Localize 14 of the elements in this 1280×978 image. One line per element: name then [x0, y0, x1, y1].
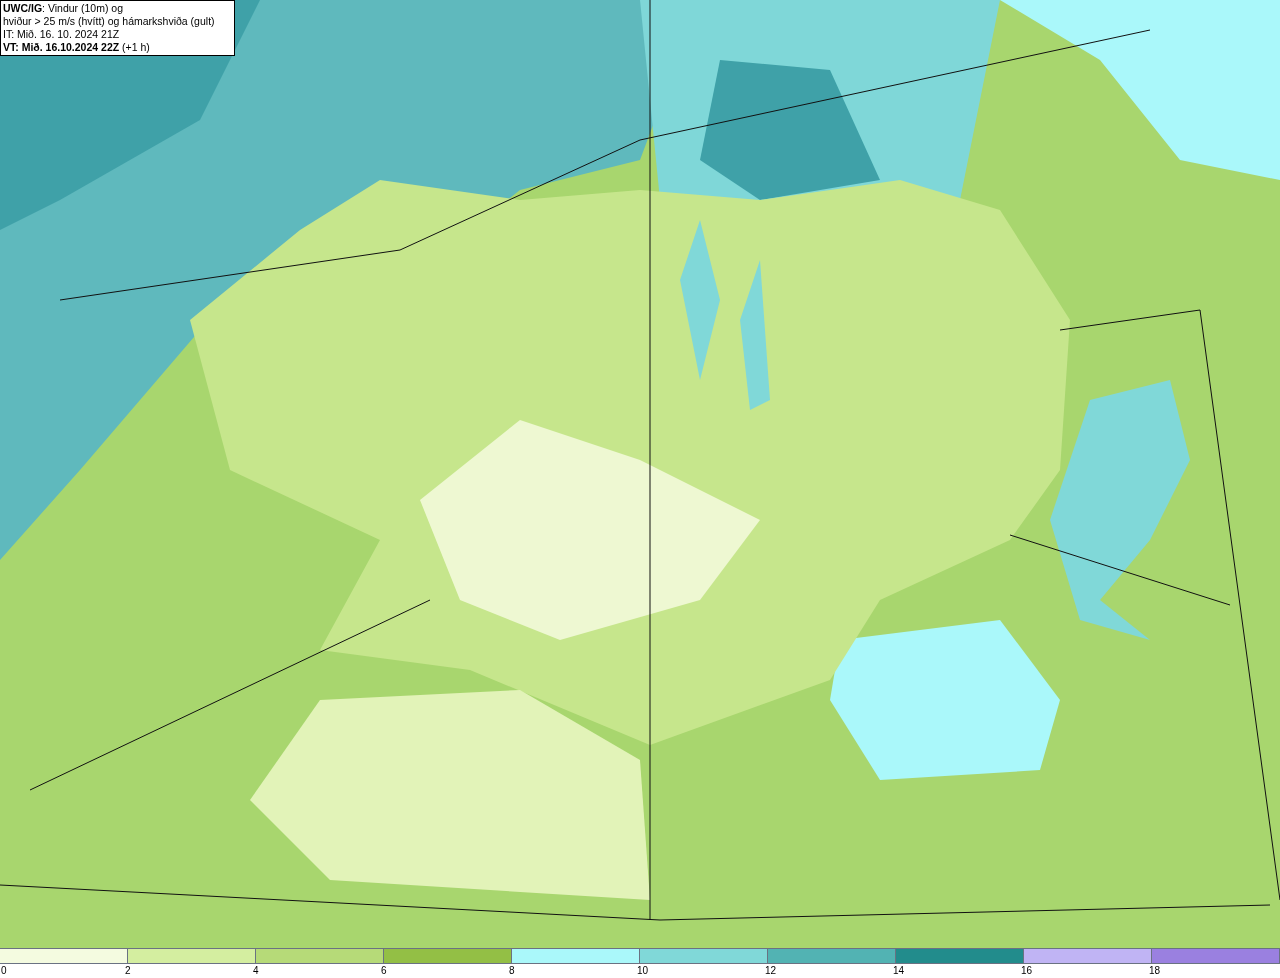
legend-label: 4: [253, 965, 259, 977]
legend-label: 0: [1, 965, 7, 977]
legend-label: 6: [381, 965, 387, 977]
legend-label: 18: [1149, 965, 1161, 977]
legend-label: 2: [125, 965, 131, 977]
legend-label: 14: [893, 965, 905, 977]
title-line: hviður > 25 m/s (hvítt) og hámarkshviða (gult): [3, 15, 216, 28]
title-line: VT: Mið. 16.10.2024 22Z (+1 h): [3, 41, 151, 54]
legend-label: 10: [637, 965, 649, 977]
legend-label: 12: [765, 965, 777, 977]
title-line: UWC/IG: Vindur (10m) og: [3, 2, 124, 15]
title-line: IT: Mið. 16. 10. 2024 21Z: [3, 28, 121, 41]
legend-label: 8: [509, 965, 515, 977]
legend-label: 16: [1021, 965, 1033, 977]
